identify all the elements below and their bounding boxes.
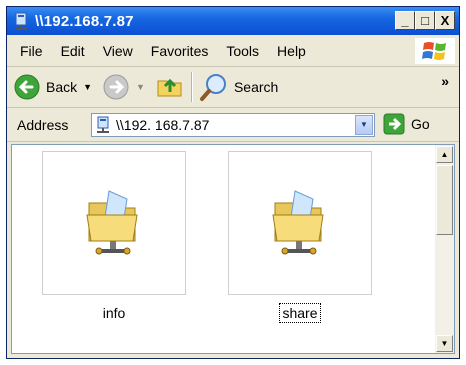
search-label: Search (233, 79, 279, 95)
folder-item-share[interactable]: share (228, 151, 372, 323)
forward-arrow-icon (103, 74, 129, 100)
address-label: Address (17, 117, 69, 133)
menu-file[interactable]: File (7, 43, 52, 59)
close-button[interactable]: X (435, 11, 455, 30)
scroll-thumb[interactable] (436, 165, 453, 235)
network-drive-icon (13, 12, 29, 30)
network-drive-icon (97, 116, 109, 133)
maximize-button[interactable]: □ (415, 11, 435, 30)
back-arrow-icon (14, 74, 40, 100)
address-value: \\192. 168.7.87 (116, 117, 210, 133)
up-folder-icon (157, 78, 182, 96)
menu-help[interactable]: Help (268, 43, 315, 59)
folder-label: info (102, 305, 126, 321)
vertical-scrollbar[interactable]: ▲ ▼ (435, 145, 454, 353)
windows-flag-icon (415, 38, 455, 64)
forward-button[interactable]: ▼ (102, 73, 145, 101)
up-folder-button[interactable] (155, 72, 185, 103)
menu-favorites[interactable]: Favorites (142, 43, 218, 59)
toolbar-overflow-chevron[interactable]: » (441, 73, 449, 89)
toolbar-separator (190, 72, 193, 102)
address-dropdown-button[interactable]: ▼ (355, 115, 373, 135)
go-button[interactable]: Go (383, 113, 430, 135)
shared-folder-icon (272, 190, 324, 255)
folder-thumbnail (228, 151, 372, 295)
file-view: info share ▲ ▼ (11, 144, 455, 354)
scroll-up-button[interactable]: ▲ (436, 146, 453, 163)
go-label: Go (411, 116, 430, 132)
folder-item-info[interactable]: info (42, 151, 186, 321)
search-icon (199, 74, 226, 101)
scroll-down-button[interactable]: ▼ (436, 335, 453, 352)
go-arrow-icon (383, 113, 405, 135)
minimize-button[interactable]: _ (395, 11, 415, 30)
menu-tools[interactable]: Tools (217, 43, 268, 59)
search-button[interactable]: Search (199, 72, 278, 102)
menu-bar: File Edit View Favorites Tools Help (7, 36, 459, 67)
menu-edit[interactable]: Edit (52, 43, 94, 59)
title-bar[interactable]: \\192.168.7.87 _ □ X (7, 7, 459, 35)
back-dropdown-icon[interactable]: ▼ (83, 82, 92, 92)
menu-view[interactable]: View (94, 43, 142, 59)
window-title: \\192.168.7.87 (35, 12, 134, 30)
address-field[interactable]: \\192. 168.7.87 ▼ (91, 113, 375, 137)
forward-dropdown-icon[interactable]: ▼ (136, 82, 145, 92)
address-bar: Address \\192. 168.7.87 ▼ Go (7, 109, 459, 142)
back-label: Back (46, 79, 78, 95)
explorer-window: \\192.168.7.87 _ □ X File Edit View Favo… (6, 6, 460, 359)
folder-thumbnail (42, 151, 186, 295)
folder-label: share (228, 303, 372, 323)
shared-folder-icon (86, 190, 138, 255)
back-button[interactable]: Back ▼ (13, 73, 92, 101)
toolbar: Back ▼ ▼ Search » (7, 67, 459, 108)
